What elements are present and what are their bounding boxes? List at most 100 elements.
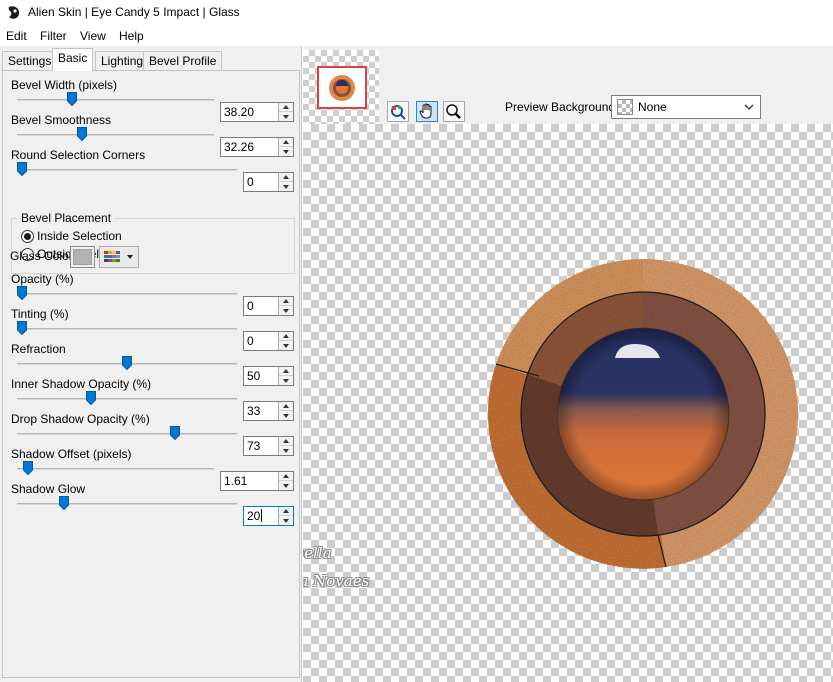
preview-background-value: None bbox=[638, 100, 667, 114]
menu-view[interactable]: View bbox=[80, 29, 106, 43]
window-title: Alien Skin | Eye Candy 5 Impact | Glass bbox=[28, 5, 240, 19]
bevel-width-slider-thumb[interactable] bbox=[67, 92, 78, 106]
navigator-view-frame[interactable] bbox=[317, 66, 367, 109]
tinting-value[interactable]: 0 bbox=[247, 334, 254, 348]
zoom-tool-button[interactable] bbox=[443, 101, 465, 122]
bevel-smoothness-slider-thumb[interactable] bbox=[76, 127, 87, 141]
spin-up-icon[interactable] bbox=[279, 472, 293, 481]
color-grid-icon bbox=[104, 251, 133, 262]
tab-settings[interactable]: Settings bbox=[2, 51, 58, 70]
glass-color-swatch[interactable] bbox=[70, 246, 95, 268]
refraction-spinner[interactable]: 50 bbox=[243, 366, 294, 386]
spin-down-icon[interactable] bbox=[279, 341, 293, 350]
controls-panel: Settings Basic Lighting Bevel Profile Be… bbox=[0, 46, 302, 682]
spin-down-icon[interactable] bbox=[279, 481, 293, 490]
round-corners-label: Round Selection Corners bbox=[11, 148, 146, 162]
opacity-slider-track[interactable] bbox=[17, 293, 237, 295]
spin-down-icon[interactable] bbox=[279, 446, 293, 455]
drop-shadow-opacity-value[interactable]: 73 bbox=[247, 439, 260, 453]
alien-skin-logo-icon bbox=[8, 6, 20, 19]
drop-shadow-opacity-slider-thumb[interactable] bbox=[170, 426, 181, 440]
spin-up-icon[interactable] bbox=[279, 507, 293, 516]
shadow-glow-slider-thumb[interactable] bbox=[59, 496, 69, 510]
preview-background-label: Preview Background: bbox=[505, 100, 619, 114]
spin-up-icon[interactable] bbox=[279, 138, 293, 147]
bevel-placement-group: Bevel Placement Inside Selection Outside… bbox=[11, 211, 295, 274]
shadow-offset-value[interactable]: 1.61 bbox=[224, 474, 247, 488]
bevel-smoothness-slider-track[interactable] bbox=[17, 134, 214, 136]
drop-shadow-opacity-spinner[interactable]: 73 bbox=[243, 436, 294, 456]
text-caret bbox=[261, 509, 263, 522]
opacity-slider-thumb[interactable] bbox=[17, 286, 27, 300]
menu-filter[interactable]: Filter bbox=[40, 29, 67, 43]
spin-up-icon[interactable] bbox=[279, 332, 293, 341]
preview-background-select[interactable]: None bbox=[611, 95, 761, 119]
basic-tab-page: Bevel Width (pixels) 38.20 Bevel Smoothn… bbox=[2, 70, 300, 678]
tinting-slider-track[interactable] bbox=[17, 328, 237, 330]
inside-selection-label[interactable]: Inside Selection bbox=[37, 229, 122, 243]
opacity-label: Opacity (%) bbox=[11, 272, 74, 286]
inside-selection-radio[interactable] bbox=[21, 230, 34, 243]
spin-down-icon[interactable] bbox=[279, 147, 293, 156]
preview-canvas[interactable]: Tuto by_Suizabella Tradução by_Neusa Nov… bbox=[303, 124, 833, 682]
round-corners-spinner[interactable]: 0 bbox=[243, 172, 294, 192]
bevel-placement-legend: Bevel Placement bbox=[18, 211, 115, 225]
shadow-glow-spinner[interactable]: 20 bbox=[243, 506, 294, 526]
round-corners-slider-thumb[interactable] bbox=[17, 162, 27, 176]
opacity-spinner[interactable]: 0 bbox=[243, 296, 294, 316]
spin-up-icon[interactable] bbox=[279, 402, 293, 411]
inner-shadow-opacity-slider-thumb[interactable] bbox=[86, 391, 97, 405]
spin-down-icon[interactable] bbox=[279, 376, 293, 385]
spin-down-icon[interactable] bbox=[279, 516, 293, 525]
thumbnail-preview-image bbox=[329, 75, 355, 101]
shadow-offset-slider-thumb[interactable] bbox=[22, 461, 33, 475]
shadow-glow-value-wrap[interactable]: 20 bbox=[247, 509, 263, 523]
color-picker-button[interactable] bbox=[99, 246, 139, 268]
drop-shadow-opacity-slider-track[interactable] bbox=[17, 433, 237, 435]
shadow-offset-spinner[interactable]: 1.61 bbox=[220, 471, 294, 491]
refraction-value[interactable]: 50 bbox=[247, 369, 260, 383]
menu-edit[interactable]: Edit bbox=[6, 29, 27, 43]
spin-up-icon[interactable] bbox=[279, 437, 293, 446]
drop-shadow-opacity-label: Drop Shadow Opacity (%) bbox=[11, 412, 150, 426]
spin-up-icon[interactable] bbox=[279, 173, 293, 182]
navigator-thumbnail[interactable] bbox=[303, 50, 379, 124]
inner-shadow-opacity-label: Inner Shadow Opacity (%) bbox=[11, 377, 152, 391]
round-corners-value[interactable]: 0 bbox=[247, 175, 254, 189]
round-corners-slider-track[interactable] bbox=[17, 169, 237, 171]
bevel-smoothness-value[interactable]: 32.26 bbox=[224, 140, 254, 154]
shadow-glow-slider-track[interactable] bbox=[17, 503, 237, 505]
spin-down-icon[interactable] bbox=[279, 411, 293, 420]
tab-lighting[interactable]: Lighting bbox=[95, 51, 150, 70]
tab-bevel-profile[interactable]: Bevel Profile bbox=[143, 51, 223, 70]
spin-down-icon[interactable] bbox=[279, 182, 293, 191]
bevel-width-label: Bevel Width (pixels) bbox=[11, 78, 118, 92]
spin-down-icon[interactable] bbox=[279, 112, 293, 121]
shadow-offset-slider-track[interactable] bbox=[17, 468, 214, 470]
bevel-width-slider-track[interactable] bbox=[17, 99, 214, 101]
spin-up-icon[interactable] bbox=[279, 297, 293, 306]
bevel-width-spinner[interactable]: 38.20 bbox=[220, 102, 294, 122]
tab-basic[interactable]: Basic bbox=[52, 48, 94, 71]
inner-shadow-opacity-value[interactable]: 33 bbox=[247, 404, 260, 418]
glass-effect-preview-image bbox=[487, 258, 798, 569]
spin-down-icon[interactable] bbox=[279, 306, 293, 315]
tinting-spinner[interactable]: 0 bbox=[243, 331, 294, 351]
opacity-value[interactable]: 0 bbox=[247, 299, 254, 313]
spin-up-icon[interactable] bbox=[279, 103, 293, 112]
magnifier-icon bbox=[446, 104, 461, 119]
spin-up-icon[interactable] bbox=[279, 367, 293, 376]
bevel-smoothness-spinner[interactable]: 32.26 bbox=[220, 137, 294, 157]
menu-help[interactable]: Help bbox=[119, 29, 144, 43]
tinting-slider-thumb[interactable] bbox=[17, 321, 27, 335]
glass-color-fill bbox=[73, 249, 92, 265]
inner-shadow-opacity-slider-track[interactable] bbox=[17, 398, 237, 400]
shadow-glow-value[interactable]: 20 bbox=[247, 509, 260, 523]
inner-shadow-opacity-spinner[interactable]: 33 bbox=[243, 401, 294, 421]
refraction-slider-thumb[interactable] bbox=[122, 356, 132, 370]
tinting-label: Tinting (%) bbox=[11, 307, 69, 321]
bevel-width-value[interactable]: 38.20 bbox=[224, 105, 254, 119]
zoom-region-icon bbox=[391, 105, 406, 120]
zoom-region-button[interactable] bbox=[387, 101, 409, 122]
hand-tool-button[interactable] bbox=[416, 101, 438, 122]
